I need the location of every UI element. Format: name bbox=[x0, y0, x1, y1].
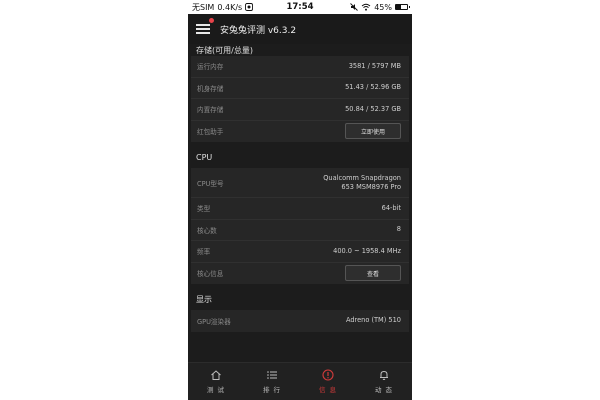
use-now-button[interactable]: 立即使用 bbox=[345, 123, 401, 140]
display-card: GPU渲染器 Adreno (TM) 510 bbox=[191, 310, 409, 332]
row-label: 运行内存 bbox=[197, 63, 224, 72]
nav-label: 信 息 bbox=[318, 386, 338, 394]
notification-dot bbox=[209, 18, 214, 23]
nav-label: 测 试 bbox=[206, 386, 226, 394]
row-label: CPU型号 bbox=[197, 179, 224, 188]
row-label: 频率 bbox=[197, 248, 211, 257]
battery-icon bbox=[395, 4, 410, 10]
bell-icon bbox=[380, 370, 388, 380]
row-value: 64-bit bbox=[381, 203, 401, 212]
nav-item-ranking[interactable]: 排 行 bbox=[244, 363, 300, 400]
row-core-count: 核心数 8 bbox=[191, 220, 409, 241]
app-bar: 安兔兔评测 v6.3.2 bbox=[188, 14, 412, 44]
row-label: 机身存储 bbox=[197, 84, 224, 93]
storage-card: 运行内存 3581 / 5797 MB 机身存储 51.43 / 52.96 G… bbox=[191, 56, 409, 142]
view-button[interactable]: 查看 bbox=[345, 265, 401, 282]
row-label: GPU渲染器 bbox=[197, 317, 231, 326]
row-value: Qualcomm Snapdragon 653 MSM8976 Pro bbox=[323, 174, 401, 192]
nav-item-info[interactable]: 信 息 bbox=[300, 363, 356, 400]
row-value: 50.84 / 52.37 GB bbox=[345, 104, 401, 113]
network-speed: 0.4K/s bbox=[217, 2, 243, 12]
row-label: 类型 bbox=[197, 205, 211, 214]
row-cpu-type: 类型 64-bit bbox=[191, 198, 409, 220]
row-frequency: 频率 400.0 ~ 1958.4 MHz bbox=[191, 241, 409, 263]
mute-icon bbox=[350, 3, 359, 11]
cpu-model-line1: Qualcomm Snapdragon bbox=[323, 173, 401, 182]
section-title-cpu: CPU bbox=[188, 142, 412, 168]
hamburger-icon bbox=[196, 24, 210, 34]
row-label: 核心信息 bbox=[197, 270, 224, 279]
carrier-text: 无SIM bbox=[192, 2, 215, 12]
row-label: 内置存储 bbox=[197, 106, 224, 115]
battery-percent: 45% bbox=[374, 2, 392, 12]
row-value: Adreno (TM) 510 bbox=[345, 316, 401, 325]
nav-label: 排 行 bbox=[262, 386, 282, 394]
row-internal-storage: 内置存储 50.84 / 52.37 GB bbox=[191, 99, 409, 121]
battery-fill bbox=[396, 5, 401, 9]
notification-app-icon bbox=[245, 3, 254, 11]
row-value: 51.43 / 52.96 GB bbox=[345, 83, 401, 92]
row-core-info: 核心信息 查看 bbox=[191, 263, 409, 285]
menu-button[interactable] bbox=[188, 14, 218, 44]
section-title-display: 显示 bbox=[188, 284, 412, 310]
status-bar: 无SIM 0.4K/s 17:54 45% bbox=[188, 0, 412, 14]
cpu-card: CPU型号 Qualcomm Snapdragon 653 MSM8976 Pr… bbox=[191, 168, 409, 284]
nav-item-test[interactable]: 测 试 bbox=[188, 363, 244, 400]
bottom-nav: 测 试 排 行 信 息 动 态 bbox=[188, 362, 412, 400]
list-icon bbox=[267, 371, 277, 379]
phone-screen: 无SIM 0.4K/s 17:54 45% 安兔兔评测 v6.3.2 存储(可用… bbox=[188, 0, 412, 400]
cpu-model-line2: 653 MSM8976 Pro bbox=[341, 182, 401, 191]
status-left: 无SIM 0.4K/s bbox=[192, 2, 254, 13]
row-cpu-model: CPU型号 Qualcomm Snapdragon 653 MSM8976 Pr… bbox=[191, 168, 409, 198]
row-device-storage: 机身存储 51.43 / 52.96 GB bbox=[191, 78, 409, 99]
row-red-packet-helper: 红包助手 立即使用 bbox=[191, 121, 409, 143]
info-content[interactable]: 存储(可用/总量) 运行内存 3581 / 5797 MB 机身存储 51.43… bbox=[188, 44, 412, 362]
app-title: 安兔兔评测 v6.3.2 bbox=[220, 25, 297, 36]
row-value: 3581 / 5797 MB bbox=[348, 61, 401, 70]
nav-item-news[interactable]: 动 态 bbox=[356, 363, 412, 400]
row-gpu-renderer: GPU渲染器 Adreno (TM) 510 bbox=[191, 310, 409, 332]
status-right: 45% bbox=[350, 2, 410, 12]
info-icon bbox=[322, 369, 334, 381]
section-title-storage: 存储(可用/总量) bbox=[196, 45, 253, 55]
row-value: 400.0 ~ 1958.4 MHz bbox=[333, 246, 401, 255]
nav-label: 动 态 bbox=[374, 386, 394, 394]
row-ram: 运行内存 3581 / 5797 MB bbox=[191, 56, 409, 78]
row-label: 核心数 bbox=[197, 226, 217, 235]
wifi-icon bbox=[361, 3, 371, 11]
home-icon bbox=[211, 370, 221, 380]
row-label: 红包助手 bbox=[197, 128, 224, 137]
row-value: 8 bbox=[396, 225, 401, 234]
